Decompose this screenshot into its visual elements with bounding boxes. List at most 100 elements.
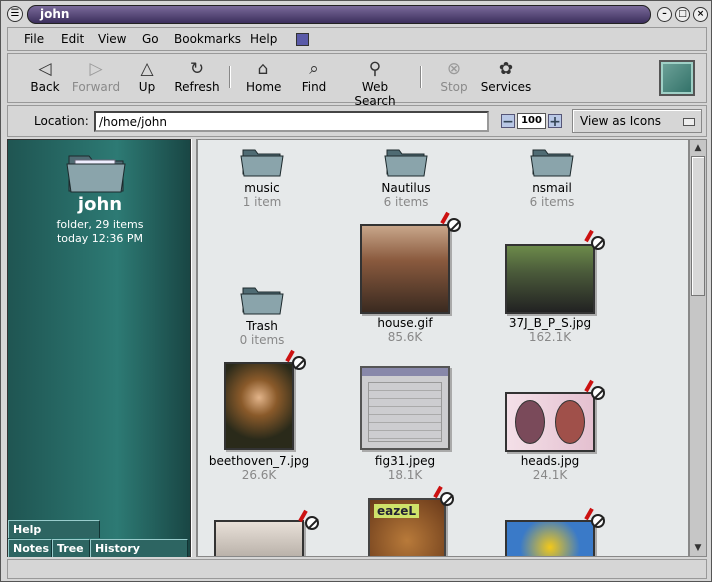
item-name: Trash xyxy=(246,319,278,333)
item-detail: 6 items xyxy=(383,195,429,209)
item-detail: 1 item xyxy=(242,195,282,209)
home-button[interactable]: ⌂ Home xyxy=(246,58,282,94)
image-item[interactable]: eazeL xyxy=(368,485,454,556)
zoom-in-button[interactable]: + xyxy=(548,114,562,129)
menu-go[interactable]: Go xyxy=(142,32,159,46)
item-name: fig31.jpeg xyxy=(374,454,436,468)
location-input[interactable] xyxy=(94,111,489,132)
folder-icon xyxy=(66,155,126,193)
maximize-button[interactable]: □ xyxy=(675,7,690,22)
image-item[interactable]: fig31.jpeg 18.1K xyxy=(360,366,450,482)
up-button[interactable]: △ Up xyxy=(135,58,159,94)
menu-edit[interactable]: Edit xyxy=(61,32,84,46)
folder-item[interactable]: music 1 item xyxy=(232,144,292,209)
tab-help-contents[interactable]: Help Contents xyxy=(8,520,100,553)
no-write-emblem-icon xyxy=(285,349,306,370)
toolbar-separator xyxy=(420,66,422,88)
landscape-thumbnail xyxy=(214,520,304,556)
item-detail: 6 items xyxy=(529,195,575,209)
tab-history[interactable]: History xyxy=(90,539,188,557)
group-photo-thumbnail xyxy=(505,244,595,314)
dropdown-icon xyxy=(683,118,695,126)
forward-button[interactable]: ▷ Forward xyxy=(70,58,122,94)
item-name: heads.jpg xyxy=(520,454,580,468)
nautilus-window: ☰ john – □ × File Edit View Go Bookmarks… xyxy=(0,0,712,582)
folder-icon xyxy=(240,149,284,177)
stop-label: Stop xyxy=(440,80,468,94)
icon-view: music 1 item Nautilus 6 items nsmail 6 i… xyxy=(197,139,689,557)
forward-label: Forward xyxy=(71,80,121,94)
back-button[interactable]: ◁ Back xyxy=(28,58,62,94)
menu-help[interactable]: Help xyxy=(250,32,277,46)
scrollbar-thumb[interactable] xyxy=(691,156,705,296)
arrow-right-icon: ▷ xyxy=(89,59,103,79)
image-item[interactable]: heads.jpg 24.1K xyxy=(505,379,605,482)
view-as-label: View as Icons xyxy=(580,114,662,128)
tab-notes[interactable]: Notes xyxy=(8,539,52,557)
no-write-emblem-icon xyxy=(584,379,605,400)
back-label: Back xyxy=(30,80,60,94)
menu-bar: File Edit View Go Bookmarks Help xyxy=(7,27,707,51)
find-button[interactable]: ⌕ Find xyxy=(300,58,328,94)
window-title[interactable]: john xyxy=(27,5,651,24)
item-name: music xyxy=(244,181,280,195)
scroll-down-icon[interactable]: ▼ xyxy=(691,541,705,555)
sidebar-folder-info: folder, 29 items xyxy=(56,218,144,231)
sunflower-thumbnail xyxy=(505,520,595,556)
image-item[interactable]: house.gif 85.6K xyxy=(360,211,461,344)
folder-item[interactable]: Nautilus 6 items xyxy=(366,144,446,209)
item-name: Nautilus xyxy=(381,181,431,195)
minimize-button[interactable]: – xyxy=(657,7,672,22)
services-button[interactable]: ✿ Services xyxy=(480,58,532,94)
toolbar: ◁ Back ▷ Forward △ Up ↻ Refresh ⌂ Home ⌕… xyxy=(7,53,707,108)
menu-bookmarks[interactable]: Bookmarks xyxy=(174,32,241,46)
web-search-button[interactable]: ⚲ Web Search xyxy=(340,58,410,108)
beethoven-thumbnail xyxy=(224,362,294,450)
location-bar: Location: − 100 + View as Icons xyxy=(7,105,707,137)
find-label: Find xyxy=(301,80,327,94)
refresh-button[interactable]: ↻ Refresh xyxy=(174,58,220,94)
title-bar: ☰ john – □ × xyxy=(3,3,709,25)
web-search-label: Web Search xyxy=(354,80,396,108)
services-label: Services xyxy=(480,80,532,94)
image-item[interactable]: beethoven_7.jpg 26.6K xyxy=(209,349,309,482)
item-name: beethoven_7.jpg xyxy=(208,454,310,468)
menu-file[interactable]: File xyxy=(24,32,44,46)
view-as-select[interactable]: View as Icons xyxy=(572,109,702,133)
folder-item[interactable]: nsmail 6 items xyxy=(512,144,592,209)
window-menu-button[interactable]: ☰ xyxy=(7,6,23,22)
refresh-icon: ↻ xyxy=(189,59,205,79)
folder-icon xyxy=(530,149,574,177)
no-write-emblem-icon xyxy=(584,229,605,250)
item-detail: 24.1K xyxy=(532,468,568,482)
scroll-up-icon[interactable]: ▲ xyxy=(691,141,705,155)
sidebar-folder-date: today 12:36 PM xyxy=(56,232,144,245)
location-label: Location: xyxy=(34,114,89,128)
no-write-emblem-icon xyxy=(440,211,461,232)
home-label: Home xyxy=(246,80,282,94)
stop-button[interactable]: ⊗ Stop xyxy=(440,58,468,94)
folder-item[interactable]: Trash 0 items xyxy=(232,282,292,347)
toolbar-separator xyxy=(229,66,231,88)
image-item[interactable] xyxy=(505,507,605,556)
find-icon: ⌕ xyxy=(309,59,319,79)
zoom-level[interactable]: 100 xyxy=(517,113,546,129)
item-name: 37J_B_P_S.jpg xyxy=(508,316,592,330)
item-name: nsmail xyxy=(532,181,572,195)
image-item[interactable] xyxy=(214,509,319,556)
menu-view[interactable]: View xyxy=(98,32,126,46)
menu-extra-icon[interactable] xyxy=(296,33,309,46)
close-button[interactable]: × xyxy=(693,7,708,22)
status-bar xyxy=(7,559,707,579)
house-thumbnail xyxy=(360,224,450,314)
tab-tree[interactable]: Tree xyxy=(52,539,90,557)
zoom-out-button[interactable]: − xyxy=(501,114,515,129)
fig31-thumbnail xyxy=(360,366,450,450)
image-item[interactable]: 37J_B_P_S.jpg 162.1K xyxy=(505,229,605,344)
sidebar: john folder, 29 items today 12:36 PM Hel… xyxy=(7,139,191,557)
vertical-scrollbar[interactable]: ▲ ▼ xyxy=(689,139,707,557)
item-detail: 85.6K xyxy=(387,330,423,344)
trash-folder-icon xyxy=(240,287,284,315)
heads-thumbnail xyxy=(505,392,595,452)
arrow-left-icon: ◁ xyxy=(38,59,52,79)
